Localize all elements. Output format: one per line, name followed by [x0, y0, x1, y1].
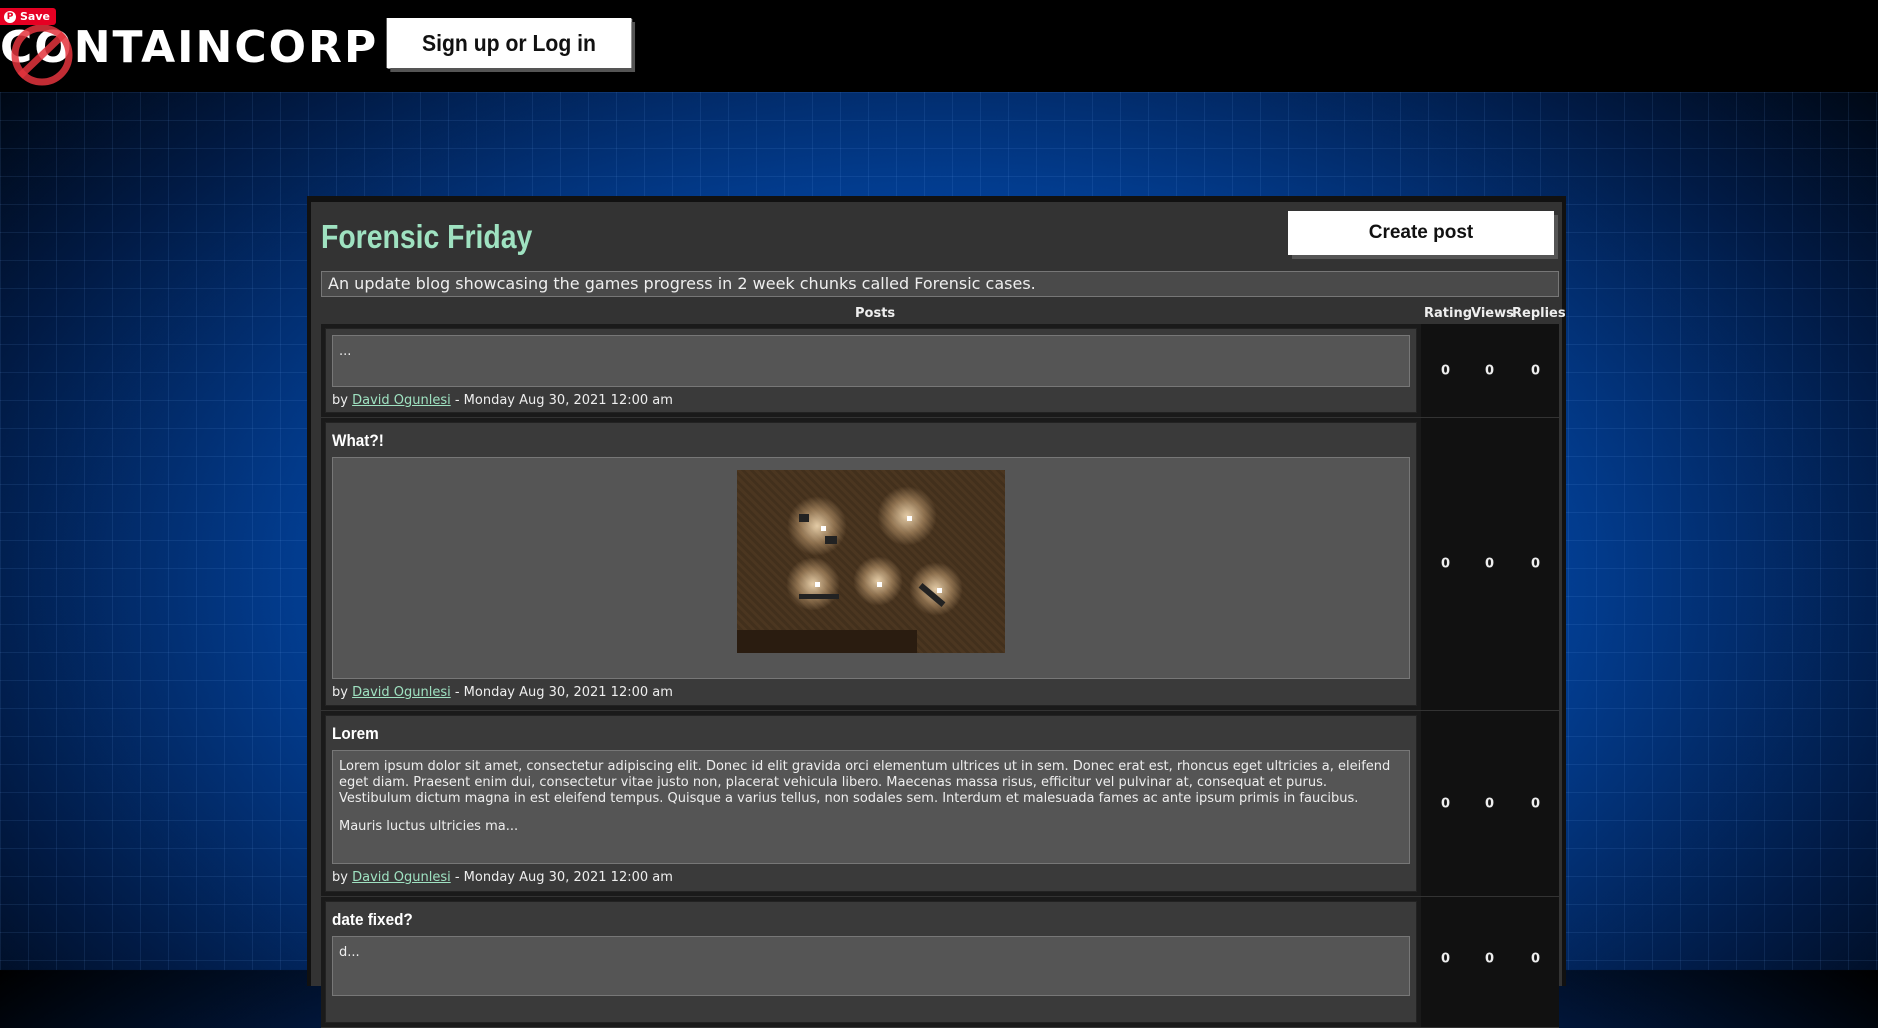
views-value: 0 [1485, 796, 1495, 811]
post-body: Lorem ipsum dolor sit amet, consectetur … [332, 750, 1410, 864]
replies-value: 0 [1531, 363, 1541, 378]
forum-description: An update blog showcasing the games prog… [321, 271, 1559, 297]
top-bar: CONTAINCORP P Save Sign up or Log in [0, 0, 1878, 92]
stats-cell: 0 0 0 [1421, 711, 1559, 896]
game-screenshot-image [737, 470, 1005, 653]
post-title[interactable]: date fixed? [332, 910, 1302, 930]
rating-value: 0 [1441, 796, 1451, 811]
replies-value: 0 [1531, 556, 1541, 572]
views-value: 0 [1485, 363, 1495, 378]
post-title[interactable]: What?! [332, 431, 1302, 451]
stats-cell: 0 0 0 [1421, 418, 1559, 710]
stats-cell: 0 0 0 [1421, 897, 1559, 1027]
post-list: ... by David Ogunlesi - Monday Aug 30, 2… [321, 324, 1559, 1028]
views-value: 0 [1485, 951, 1495, 967]
stats-cell: 0 0 0 [1421, 324, 1559, 417]
pinterest-save-button[interactable]: P Save [0, 8, 56, 25]
login-button[interactable]: Sign up or Log in [386, 18, 632, 68]
by-label: by [332, 685, 348, 700]
views-column-header: Views [1471, 306, 1514, 321]
forum-title: Forensic Friday [321, 218, 533, 255]
no-entry-icon [11, 24, 73, 86]
post-card[interactable]: What?! by David Ogunlesi - Monday Aug 30… [325, 422, 1417, 706]
replies-value: 0 [1531, 796, 1541, 811]
post-cell: What?! by David Ogunlesi - Monday Aug 30… [321, 418, 1421, 710]
post-byline: by David Ogunlesi - Monday Aug 30, 2021 … [332, 393, 1410, 408]
post-date: - Monday Aug 30, 2021 12:00 am [454, 685, 673, 700]
by-label: by [332, 870, 348, 885]
table-row[interactable]: What?! by David Ogunlesi - Monday Aug 30… [321, 418, 1559, 711]
post-excerpt: Mauris luctus ultricies ma... [339, 819, 519, 834]
post-body: d... [332, 936, 1410, 996]
author-link[interactable]: David Ogunlesi [352, 870, 451, 885]
rating-column-header: Rating [1424, 306, 1473, 321]
post-date: - Monday Aug 30, 2021 12:00 am [454, 393, 673, 408]
post-excerpt: d... [339, 945, 360, 960]
post-title[interactable]: Lorem [332, 724, 1302, 744]
post-card[interactable]: ... by David Ogunlesi - Monday Aug 30, 2… [325, 328, 1417, 413]
by-label: by [332, 393, 348, 408]
post-date: - Monday Aug 30, 2021 12:00 am [454, 870, 673, 885]
rating-value: 0 [1441, 556, 1451, 572]
post-body [332, 457, 1410, 679]
views-value: 0 [1485, 556, 1495, 572]
create-post-button[interactable]: Create post [1288, 211, 1554, 255]
table-row[interactable]: ... by David Ogunlesi - Monday Aug 30, 2… [321, 324, 1559, 418]
post-byline: by David Ogunlesi - Monday Aug 30, 2021 … [332, 870, 1410, 885]
posts-column-header: Posts [855, 306, 896, 321]
save-label: Save [20, 10, 50, 23]
post-excerpt: ... [339, 344, 352, 359]
pinterest-icon: P [4, 10, 16, 23]
post-excerpt: Lorem ipsum dolor sit amet, consectetur … [339, 759, 1391, 806]
post-cell: ... by David Ogunlesi - Monday Aug 30, 2… [321, 324, 1421, 417]
rating-value: 0 [1441, 363, 1451, 378]
post-body: ... [332, 335, 1410, 387]
post-card[interactable]: date fixed? d... [325, 901, 1417, 1023]
post-byline: by David Ogunlesi - Monday Aug 30, 2021 … [332, 685, 1410, 700]
replies-value: 0 [1531, 951, 1541, 967]
post-card[interactable]: Lorem Lorem ipsum dolor sit amet, consec… [325, 715, 1417, 892]
rating-value: 0 [1441, 951, 1451, 967]
author-link[interactable]: David Ogunlesi [352, 393, 451, 408]
table-row[interactable]: date fixed? d... 0 0 0 [321, 897, 1559, 1028]
post-cell: Lorem Lorem ipsum dolor sit amet, consec… [321, 711, 1421, 896]
post-cell: date fixed? d... [321, 897, 1421, 1027]
author-link[interactable]: David Ogunlesi [352, 685, 451, 700]
table-row[interactable]: Lorem Lorem ipsum dolor sit amet, consec… [321, 711, 1559, 897]
forum-panel: Forensic Friday Create post An update bl… [307, 196, 1566, 1028]
replies-column-header: Replies [1512, 306, 1566, 321]
